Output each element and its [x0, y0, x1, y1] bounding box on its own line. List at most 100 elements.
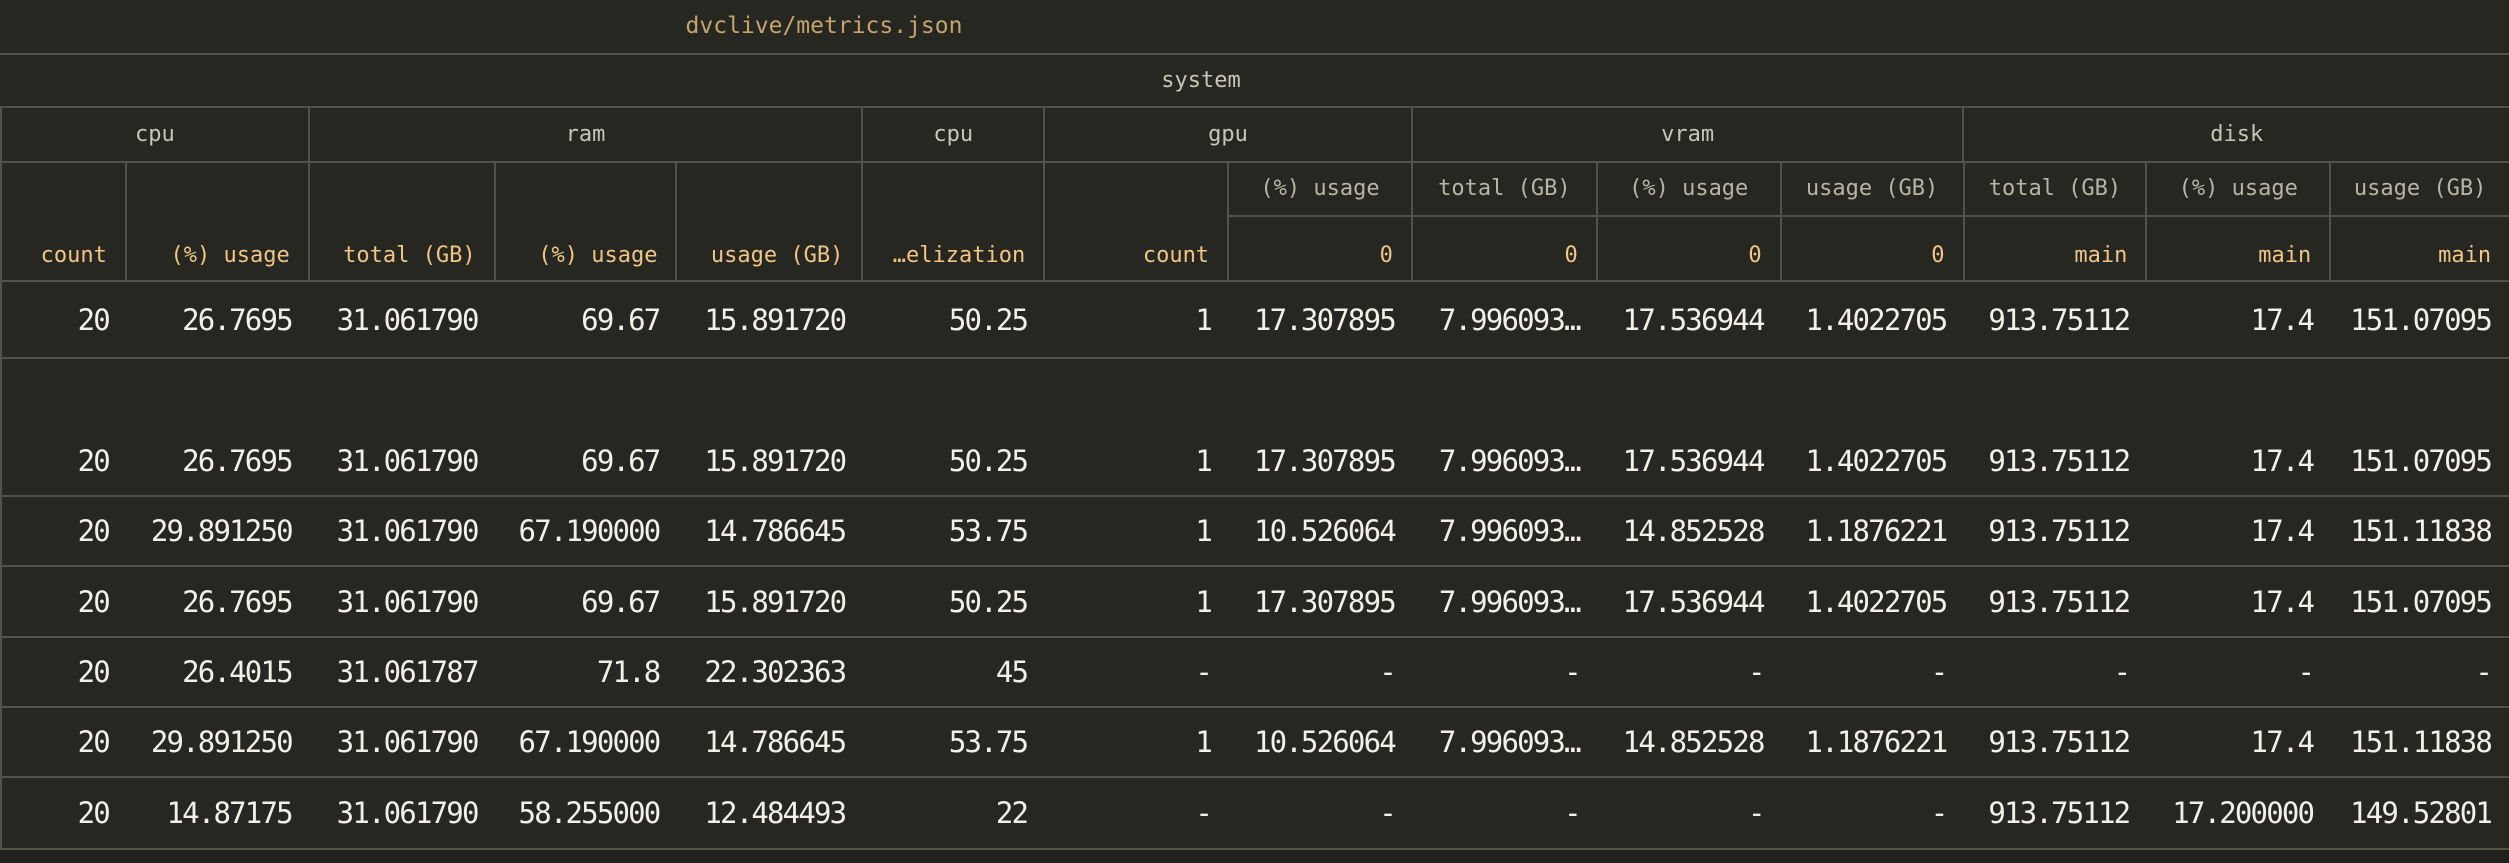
data-cell: - — [1229, 778, 1413, 848]
data-cell: 7.996093… — [1413, 427, 1598, 495]
data-row: 2029.89125031.06179067.19000014.78664553… — [0, 708, 2509, 778]
data-cell: 17.536944 — [1598, 282, 1782, 357]
data-cell: 67.190000 — [496, 497, 678, 565]
data-cell: 17.536944 — [1598, 427, 1782, 495]
data-cell: 1 — [1045, 567, 1229, 636]
data-cell: 22 — [863, 778, 1045, 848]
column-key-value: 0 — [1413, 217, 1596, 280]
data-cell: 53.75 — [863, 497, 1045, 565]
data-cell: 913.75112 — [1964, 427, 2147, 495]
data-cell: 50.25 — [863, 567, 1045, 636]
data-cell: - — [1045, 638, 1229, 706]
column-header-12-usage: (%) usagemain — [2147, 163, 2331, 280]
group-cell-2-cpu: cpu — [863, 108, 1045, 161]
data-cell: 1 — [1045, 708, 1229, 776]
data-cell: 17.4 — [2147, 497, 2331, 565]
data-cell: 69.67 — [496, 282, 678, 357]
data-cell: 17.200000 — [2147, 778, 2331, 848]
data-cell: 20 — [2, 497, 127, 565]
group-cell-0-cpu: cpu — [2, 108, 310, 161]
data-cell: 15.891720 — [677, 427, 863, 495]
column-key-value: main — [2331, 217, 2509, 280]
data-cell: 20 — [2, 567, 127, 636]
data-cell: 913.75112 — [1964, 567, 2147, 636]
data-cell: 7.996093… — [1413, 282, 1598, 357]
data-cell: 20 — [2, 708, 127, 776]
data-cell: 17.536944 — [1598, 567, 1782, 636]
column-leaf-label: (%) usage — [496, 243, 676, 280]
data-cell: - — [1413, 638, 1598, 706]
data-cell: 14.786645 — [677, 497, 863, 565]
data-cell: 913.75112 — [1964, 282, 2147, 357]
data-cell: 17.307895 — [1229, 427, 1413, 495]
column-sub-label: (%) usage — [1229, 163, 1411, 217]
column-header-4-usage-gb: usage (GB) — [677, 163, 863, 280]
data-cell: - — [1598, 778, 1782, 848]
column-header-8-total-gb: total (GB)0 — [1413, 163, 1598, 280]
data-cell: 69.67 — [496, 567, 678, 636]
data-cell: 29.891250 — [127, 708, 310, 776]
data-cell: 15.891720 — [677, 282, 863, 357]
column-sub-label: usage (GB) — [2331, 163, 2509, 217]
data-row: 2014.8717531.06179058.25500012.48449322-… — [0, 778, 2509, 850]
data-cell: 26.7695 — [127, 427, 310, 495]
column-leaf-label: usage (GB) — [677, 243, 861, 280]
data-row: 2026.769531.06179069.6715.89172050.25117… — [0, 567, 2509, 638]
data-cell: 20 — [2, 778, 127, 848]
column-sub-label: (%) usage — [1598, 163, 1780, 217]
data-cell: - — [1045, 778, 1229, 848]
device-groups-row: cpuramcpugpuvramdisk — [0, 108, 2509, 163]
data-cell: 1.4022705 — [1782, 567, 1965, 636]
data-cell: 17.307895 — [1229, 282, 1413, 357]
data-row: 2026.401531.06178771.822.30236345-------… — [0, 638, 2509, 708]
data-cell: 7.996093… — [1413, 567, 1598, 636]
data-row: 2029.89125031.06179067.19000014.78664553… — [0, 497, 2509, 567]
data-cell: - — [1413, 778, 1598, 848]
metrics-file-title: dvclive/metrics.json — [686, 0, 963, 53]
data-cell: 7.996093… — [1413, 708, 1598, 776]
data-cell: 151.11838 — [2331, 708, 2509, 776]
data-cell: - — [1782, 778, 1965, 848]
data-cell: 17.307895 — [1229, 567, 1413, 636]
data-cell: 17.4 — [2147, 282, 2331, 357]
column-key-value: main — [2147, 217, 2329, 280]
data-cell: 1.4022705 — [1782, 282, 1965, 357]
data-cell: 31.061790 — [310, 778, 496, 848]
data-cell: 17.4 — [2147, 567, 2331, 636]
data-cell: 15.891720 — [677, 567, 863, 636]
table-footer-strip — [0, 850, 2509, 863]
data-cell: 20 — [2, 282, 127, 357]
data-cell: - — [2147, 638, 2331, 706]
data-cell: 1.1876221 — [1782, 708, 1965, 776]
system-group-label: system — [1161, 55, 1240, 106]
data-cell: - — [1782, 638, 1965, 706]
data-cell: 151.07095 — [2331, 427, 2509, 495]
column-leaf-label: total (GB) — [310, 243, 494, 280]
data-cell: 10.526064 — [1229, 708, 1413, 776]
group-cell-5-disk: disk — [1964, 108, 2509, 161]
group-cell-1-ram: ram — [310, 108, 864, 161]
data-cell: 10.526064 — [1229, 497, 1413, 565]
data-cell: 31.061790 — [310, 708, 496, 776]
data-cell: 149.52801 — [2331, 778, 2509, 848]
column-header-3-usage: (%) usage — [496, 163, 678, 280]
column-leaf-label: count — [2, 243, 125, 280]
data-cell: 913.75112 — [1964, 778, 2147, 848]
data-cell: 20 — [2, 427, 127, 495]
data-row: 2026.769531.06179069.6715.89172050.25117… — [0, 282, 2509, 359]
data-cell: - — [1229, 638, 1413, 706]
column-header-5-elization: …elization — [863, 163, 1045, 280]
column-header-7-usage: (%) usage0 — [1229, 163, 1413, 280]
column-leaf-label: …elization — [863, 243, 1043, 280]
spacer-row — [0, 359, 2509, 427]
metrics-table-screen: dvclive/metrics.json system cpuramcpugpu… — [0, 0, 2509, 863]
column-sub-label: (%) usage — [2147, 163, 2329, 217]
data-cell: 151.07095 — [2331, 567, 2509, 636]
column-header-1-usage: (%) usage — [127, 163, 310, 280]
data-cell: 1 — [1045, 282, 1229, 357]
data-cell: 20 — [2, 638, 127, 706]
data-cell: 17.4 — [2147, 708, 2331, 776]
data-cell: 913.75112 — [1964, 497, 2147, 565]
data-cell: 31.061790 — [310, 282, 496, 357]
column-header-0-count: count — [2, 163, 127, 280]
